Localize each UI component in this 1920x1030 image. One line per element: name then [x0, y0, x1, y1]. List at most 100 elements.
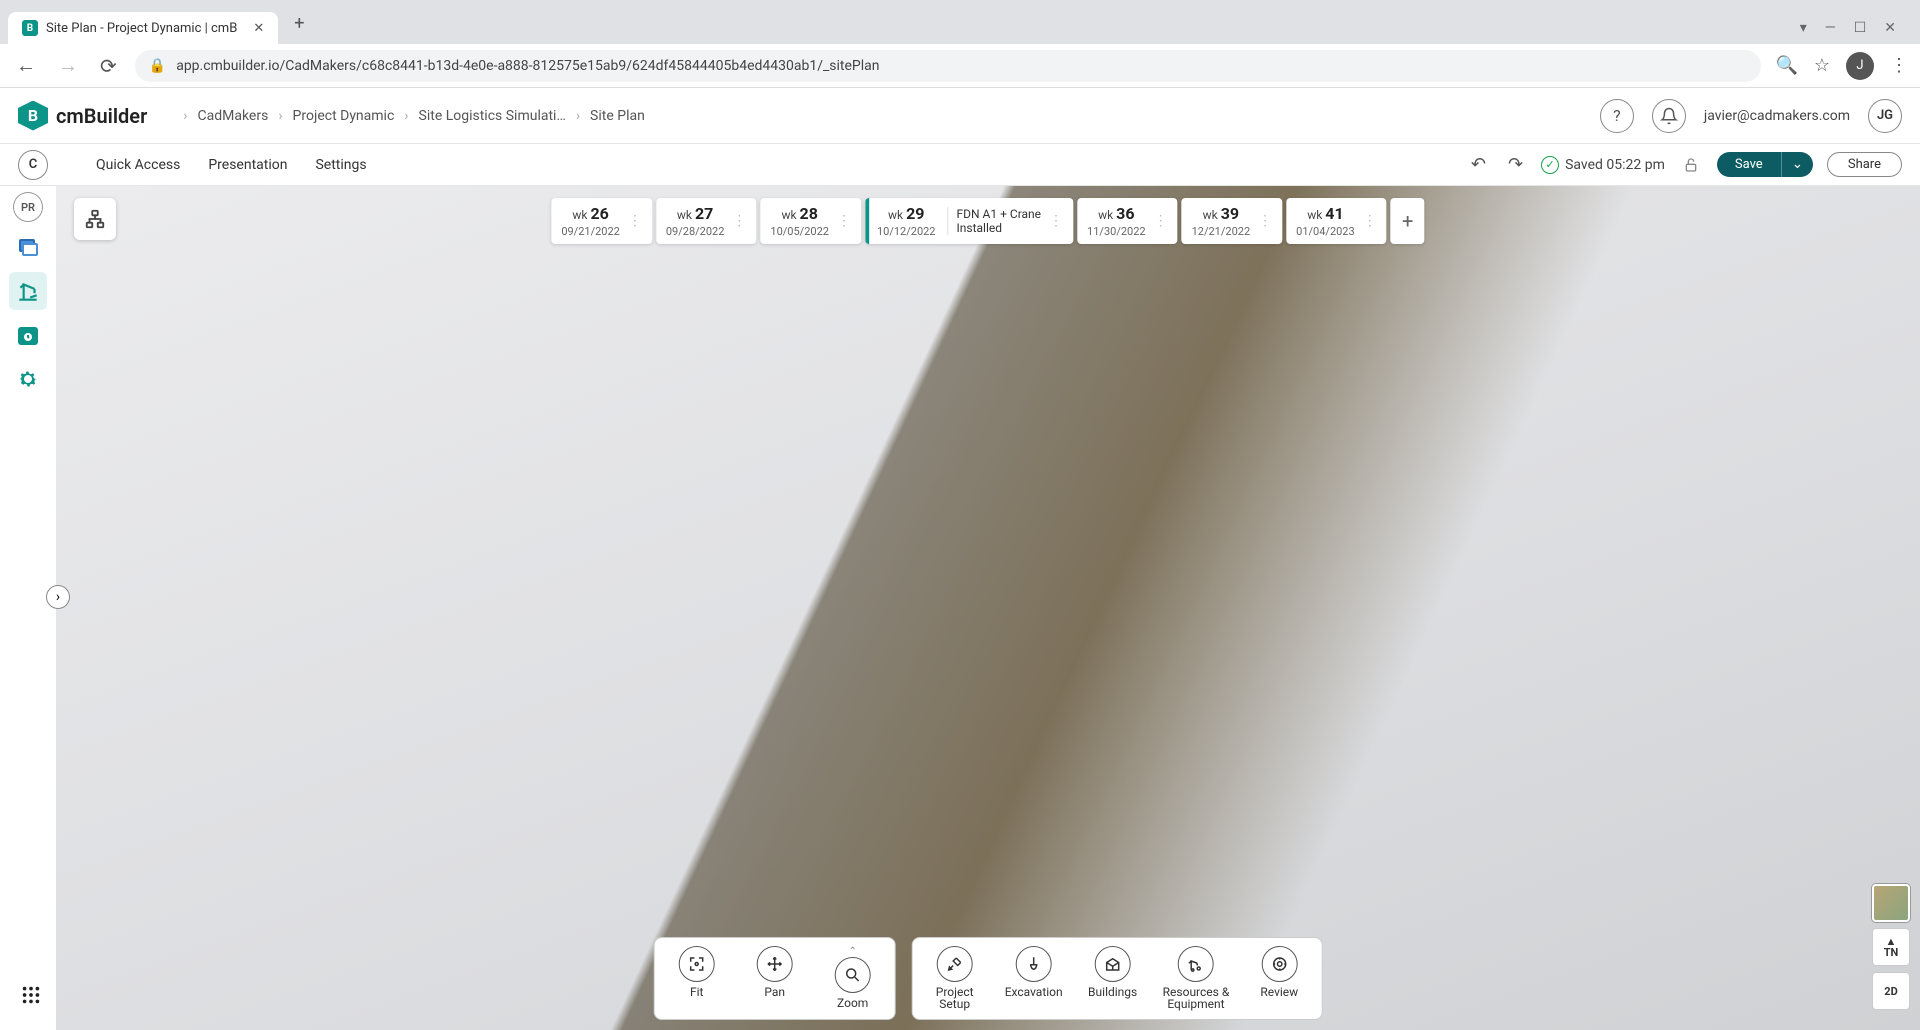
dots-grid-icon [20, 984, 42, 1006]
browser-address-bar: ← → ⟳ 🔒 app.cmbuilder.io/CadMakers/c68c8… [0, 44, 1920, 88]
week-date: 12/21/2022 [1192, 225, 1251, 238]
minimap-button[interactable] [1872, 884, 1910, 922]
breadcrumb-item[interactable]: Project Dynamic [293, 108, 395, 124]
week-card[interactable]: wk 36 11/30/2022 ⋮ [1077, 198, 1178, 244]
view-2d-button[interactable]: 2D [1872, 972, 1910, 1010]
resources-icon [1178, 946, 1214, 982]
drag-handle-icon[interactable]: ⋮ [1049, 213, 1063, 229]
breadcrumb: › CadMakers › Project Dynamic › Site Log… [183, 108, 645, 124]
menu-presentation[interactable]: Presentation [208, 157, 287, 173]
tool-excavation[interactable]: Excavation [1005, 946, 1063, 999]
rail-schedule-button[interactable] [9, 316, 47, 354]
save-split-button: Save ⌄ [1717, 152, 1813, 177]
app-logo[interactable]: B cmBuilder [18, 101, 147, 131]
minimize-button[interactable]: — [1825, 20, 1836, 36]
drag-handle-icon[interactable]: ⋮ [1154, 213, 1168, 229]
week-label: wk 26 [572, 204, 608, 223]
back-button[interactable]: ← [12, 49, 40, 82]
tool-review[interactable]: Review [1251, 946, 1307, 999]
lock-icon: 🔒 [149, 58, 166, 74]
chevron-right-icon: › [183, 108, 187, 124]
menu-quick-access[interactable]: Quick Access [96, 157, 180, 173]
sub-menu-bar: C Quick Access Presentation Settings ↶ ↷… [0, 144, 1920, 186]
brand-name: cmBuilder [56, 104, 147, 128]
drag-handle-icon[interactable]: ⋮ [837, 213, 851, 229]
kebab-icon[interactable]: ⋮ [1890, 55, 1908, 76]
milestone-label: FDN A1 + CraneInstalled [948, 207, 1042, 235]
help-button[interactable]: ? [1600, 99, 1634, 133]
bottom-toolbar: Fit Pan ⌃Zoom Project Setup Excavation Build… [654, 937, 1323, 1020]
reload-button[interactable]: ⟳ [96, 50, 121, 82]
breadcrumb-item[interactable]: Site Logistics Simulati… [419, 108, 566, 124]
scene-placeholder [56, 186, 1920, 1030]
tool-label: Buildings [1088, 986, 1137, 999]
drag-handle-icon[interactable]: ⋮ [628, 213, 642, 229]
week-card[interactable]: wk 27 09/28/2022 ⋮ [656, 198, 757, 244]
rail-crane-button[interactable] [9, 272, 47, 310]
week-card[interactable]: wk 41 01/04/2023 ⋮ [1286, 198, 1387, 244]
chevron-down-icon[interactable]: ▾ [1800, 20, 1807, 36]
viewport-3d[interactable]: wk 26 09/21/2022 ⋮ wk 27 09/28/2022 ⋮ wk… [56, 186, 1920, 1030]
breadcrumb-item[interactable]: CadMakers [198, 108, 269, 124]
zoom-icon [835, 957, 871, 993]
redo-button[interactable]: ↷ [1504, 150, 1527, 179]
lock-icon[interactable] [1679, 153, 1703, 177]
save-button[interactable]: Save [1717, 152, 1781, 177]
drag-handle-icon[interactable]: ⋮ [732, 213, 746, 229]
search-page-icon[interactable]: 🔍 [1775, 55, 1797, 76]
share-button[interactable]: Share [1827, 152, 1902, 177]
tool-project-setup[interactable]: Project Setup [927, 946, 983, 1011]
week-card[interactable]: wk 28 10/05/2022 ⋮ [760, 198, 861, 244]
excavation-icon [1016, 946, 1052, 982]
tool-buildings[interactable]: Buildings [1085, 946, 1141, 999]
week-card[interactable]: wk 29 10/12/2022 FDN A1 + CraneInstalled… [865, 198, 1073, 244]
tab-favicon: B [22, 20, 38, 36]
pan-icon [757, 946, 793, 982]
drag-handle-icon[interactable]: ⋮ [1258, 213, 1272, 229]
tool-pan[interactable]: Pan [747, 946, 803, 999]
rail-settings-button[interactable] [9, 360, 47, 398]
tool-label: Fit [690, 986, 703, 999]
user-avatar[interactable]: JG [1868, 99, 1902, 133]
user-email[interactable]: javier@cadmakers.com [1704, 108, 1850, 124]
week-card[interactable]: wk 39 12/21/2022 ⋮ [1182, 198, 1283, 244]
close-icon[interactable]: ✕ [253, 21, 264, 36]
star-icon[interactable]: ☆ [1814, 55, 1830, 76]
tool-fit[interactable]: Fit [669, 946, 725, 999]
rail-project-badge[interactable]: PR [13, 192, 43, 222]
chevron-right-icon: › [278, 108, 282, 124]
week-label: wk 28 [781, 204, 817, 223]
gear-icon [16, 367, 40, 391]
view-controls: ▲ TN 2D [1872, 884, 1910, 1010]
browser-tab[interactable]: B Site Plan - Project Dynamic | cmB ✕ [8, 12, 278, 44]
tool-resources[interactable]: Resources & Equipment [1163, 946, 1230, 1011]
context-badge[interactable]: C [18, 150, 48, 180]
app-switcher-button[interactable] [18, 982, 44, 1008]
profile-avatar[interactable]: J [1846, 52, 1874, 80]
forward-button[interactable]: → [54, 49, 82, 82]
expand-rail-button[interactable]: › [46, 585, 70, 609]
tool-label: Excavation [1005, 986, 1063, 999]
breadcrumb-item-current[interactable]: Site Plan [590, 108, 645, 124]
tool-label: Review [1260, 986, 1298, 999]
add-week-button[interactable]: + [1391, 198, 1425, 244]
week-timeline: wk 26 09/21/2022 ⋮ wk 27 09/28/2022 ⋮ wk… [551, 198, 1424, 244]
undo-button[interactable]: ↶ [1467, 150, 1490, 179]
new-tab-button[interactable]: + [284, 7, 314, 40]
url-field[interactable]: 🔒 app.cmbuilder.io/CadMakers/c68c8441-b1… [135, 50, 1762, 82]
hierarchy-button[interactable] [74, 198, 116, 240]
week-card[interactable]: wk 26 09/21/2022 ⋮ [551, 198, 652, 244]
true-north-button[interactable]: ▲ TN [1872, 928, 1910, 966]
drag-handle-icon[interactable]: ⋮ [1363, 213, 1377, 229]
maximize-button[interactable]: ☐ [1854, 20, 1867, 36]
notifications-button[interactable] [1652, 99, 1686, 133]
project-setup-icon [937, 946, 973, 982]
week-label: wk 29 [888, 204, 924, 223]
calendar-icon [16, 323, 40, 347]
rail-layers-button[interactable] [9, 228, 47, 266]
save-dropdown-button[interactable]: ⌄ [1781, 152, 1813, 177]
review-icon [1261, 946, 1297, 982]
menu-settings[interactable]: Settings [315, 157, 366, 173]
close-window-button[interactable]: ✕ [1884, 20, 1896, 36]
tool-zoom[interactable]: ⌃Zoom [825, 946, 881, 1010]
